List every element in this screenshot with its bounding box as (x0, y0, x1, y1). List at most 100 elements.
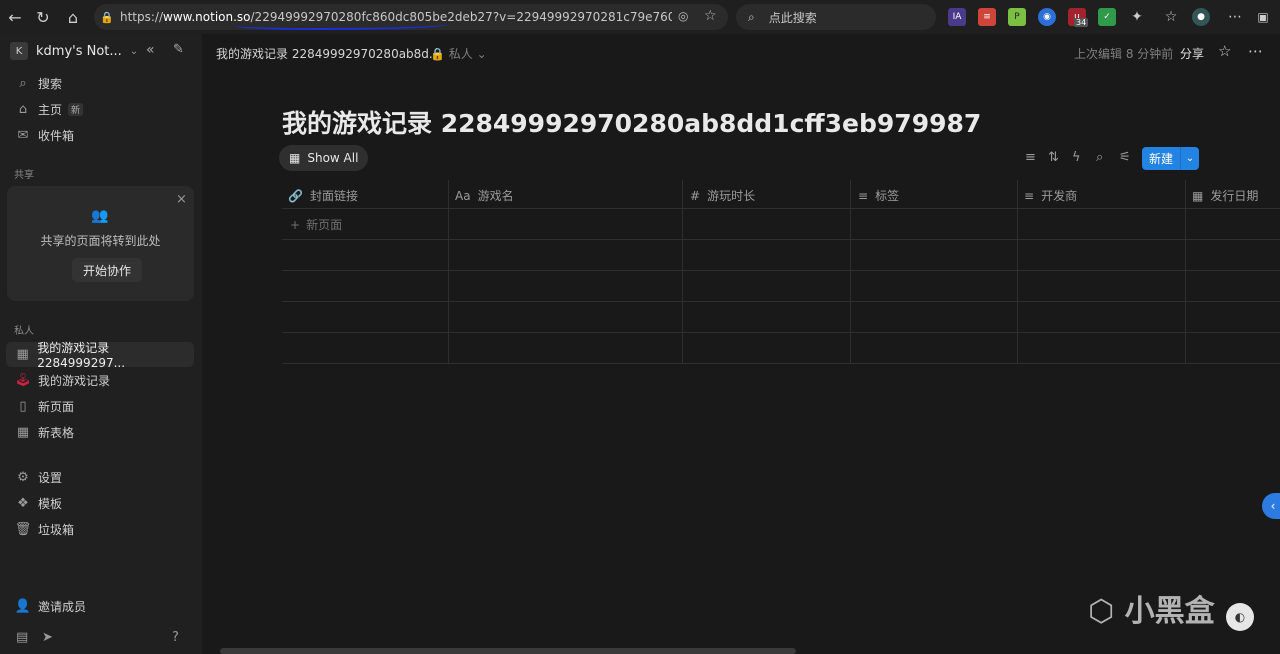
table-icon: ▦ (16, 346, 29, 362)
column-header[interactable]: Aa 游戏名 (455, 187, 514, 204)
send-icon[interactable]: ➤ (42, 630, 53, 645)
sidebar-item-label: 搜索 (38, 76, 63, 91)
table-row[interactable] (282, 302, 1280, 333)
table-row[interactable] (282, 333, 1280, 364)
sidebar-item-invite[interactable]: 👤 邀请成员 (14, 595, 194, 617)
column-header[interactable]: ▦ 发行日期 (1192, 187, 1258, 204)
home-icon: ⌂ (18, 101, 28, 117)
add-user-icon: 👤 (14, 598, 32, 614)
new-record-button[interactable]: 新建 ⌄ (1142, 147, 1199, 170)
sidebar-item-game-db[interactable]: ▦ 我的游戏记录 2284999297... (14, 341, 194, 370)
column-header[interactable]: # 游玩时长 (690, 187, 755, 204)
column-divider (1185, 180, 1186, 363)
number-icon: # (690, 188, 701, 203)
browser-search-box[interactable]: ⌕ 点此搜索 (736, 4, 936, 30)
column-label: 游戏名 (477, 189, 514, 203)
sidebar-item-search[interactable]: ⌕ 搜索 (14, 72, 194, 94)
ext-blue-icon[interactable]: ◉ (1038, 8, 1056, 26)
favorite-star-icon[interactable]: ☆ (1218, 42, 1231, 60)
tracking-icon[interactable]: ◎ (678, 9, 688, 23)
joystick-icon: 🕹 (14, 372, 32, 388)
back-icon[interactable]: ← (0, 2, 30, 32)
watermark-logo-icon: ⬡ (1088, 594, 1125, 629)
ext-shield-icon[interactable]: ✓ (1098, 8, 1116, 26)
new-badge: 新 (68, 102, 84, 116)
chevron-down-icon: ⌄ (129, 45, 139, 57)
column-label: 发行日期 (1210, 189, 1259, 203)
help-icon[interactable]: ? (172, 630, 179, 645)
ext-ia-icon[interactable]: IA (948, 8, 966, 26)
column-label: 标签 (875, 189, 900, 203)
sidebar-item-home[interactable]: ⌂ 主页 新 (14, 98, 194, 120)
text-icon: Aa (455, 188, 471, 203)
sidebar-item-label: 我的游戏记录 (38, 373, 111, 388)
sidebar-item-new-page[interactable]: ▯ 新页面 (14, 395, 194, 417)
search-icon: ⌕ (19, 75, 27, 91)
watermark: ⬡ 小黑盒 (1088, 586, 1215, 630)
sidebar-item-label: 收件箱 (38, 128, 75, 143)
table-icon: ▦ (16, 424, 30, 440)
list-icon: ≡ (1024, 188, 1035, 203)
search-icon[interactable]: ⌕ (1096, 150, 1103, 165)
sidebar-item-templates[interactable]: ❖ 模板 (14, 492, 194, 514)
sidebar-toggle-icon[interactable]: ▣ (1254, 8, 1272, 26)
shared-heading: 共享 (14, 170, 34, 181)
chevron-down-icon[interactable]: ⌄ (1180, 147, 1199, 170)
favorites-icon[interactable]: ☆ (1162, 8, 1180, 26)
search-icon: ⌕ (748, 9, 755, 24)
sidebar-item-inbox[interactable]: ✉ 收件箱 (14, 124, 194, 146)
table-icon: ▦ (289, 151, 301, 165)
profile-avatar[interactable]: ● (1192, 8, 1210, 26)
home-browser-icon[interactable]: ⌂ (58, 2, 88, 32)
column-divider (682, 180, 683, 363)
site-info-icon[interactable]: 🔒 (94, 11, 120, 24)
page-icon: ▯ (19, 398, 27, 414)
filter-icon[interactable]: ≡ (1025, 150, 1036, 165)
calendar-app-icon[interactable]: ▤ (16, 630, 28, 645)
privacy-indicator[interactable]: 🔒 私人 ⌄ (430, 45, 487, 62)
sidebar-item-label: 新表格 (38, 425, 75, 440)
automation-icon[interactable]: ϟ (1072, 150, 1081, 165)
share-button[interactable]: 分享 (1180, 45, 1204, 62)
link-icon: 🔗 (288, 188, 303, 203)
sidebar-item-new-table[interactable]: ▦ 新表格 (14, 421, 194, 443)
reload-icon[interactable]: ↻ (28, 2, 58, 32)
column-header[interactable]: 🔗 封面链接 (288, 187, 358, 204)
workspace-switcher[interactable]: K kdmy's Not... ⌄ (10, 42, 138, 60)
watermark-badge-icon: ◐ (1226, 603, 1254, 631)
browser-menu-icon[interactable]: ⋯ (1226, 8, 1244, 26)
new-page-icon[interactable]: ✎ (173, 42, 184, 57)
private-heading: 私人 (14, 326, 34, 337)
table-row[interactable] (282, 209, 1280, 240)
shared-card-text: 共享的页面将转到此处 (40, 234, 161, 248)
sidebar-item-settings[interactable]: ⚙ 设置 (14, 466, 194, 488)
column-header[interactable]: ≡ 开发商 (1024, 187, 1077, 204)
add-new-page-row[interactable]: + 新页面 (290, 216, 342, 233)
start-collaborating-button[interactable]: 开始协作 (72, 258, 142, 282)
settings-sliders-icon[interactable]: ⚟ (1119, 150, 1131, 165)
breadcrumb[interactable]: 我的游戏记录 22849992970280ab8d... (216, 45, 440, 62)
sidebar-item-game-page[interactable]: 🕹 我的游戏记录 (14, 369, 194, 391)
plus-icon: + (290, 218, 301, 232)
collapse-sidebar-icon[interactable]: « (146, 42, 155, 58)
column-label: 游玩时长 (707, 189, 756, 203)
view-tab-show-all[interactable]: ▦ Show All (279, 145, 369, 171)
side-panel-toggle-icon[interactable]: ‹ (1262, 493, 1280, 519)
ext-p-icon[interactable]: P (1008, 8, 1026, 26)
horizontal-scrollbar[interactable] (220, 648, 796, 654)
sidebar-item-label: 主页 (38, 102, 63, 117)
extensions-icon[interactable]: ✦ (1128, 8, 1146, 26)
column-header[interactable]: ≡ 标签 (858, 187, 899, 204)
table-row[interactable] (282, 271, 1280, 302)
ext-red-icon[interactable]: ≡ (978, 8, 996, 26)
sidebar-item-trash[interactable]: 🗑 垃圾箱 (14, 518, 194, 540)
sort-icon[interactable]: ⇅ (1048, 150, 1059, 165)
sidebar-item-label: 设置 (38, 470, 63, 485)
shared-empty-card: × 👥 共享的页面将转到此处 开始协作 (7, 186, 194, 301)
more-options-icon[interactable]: ⋯ (1248, 42, 1263, 60)
close-icon[interactable]: × (176, 192, 187, 207)
page-title[interactable]: 我的游戏记录 22849992970280ab8dd1cff3eb979987 (282, 104, 981, 140)
ext-ia-label: IA (952, 12, 962, 22)
table-row[interactable] (282, 240, 1280, 271)
favorite-star-icon[interactable]: ☆ (704, 8, 717, 24)
